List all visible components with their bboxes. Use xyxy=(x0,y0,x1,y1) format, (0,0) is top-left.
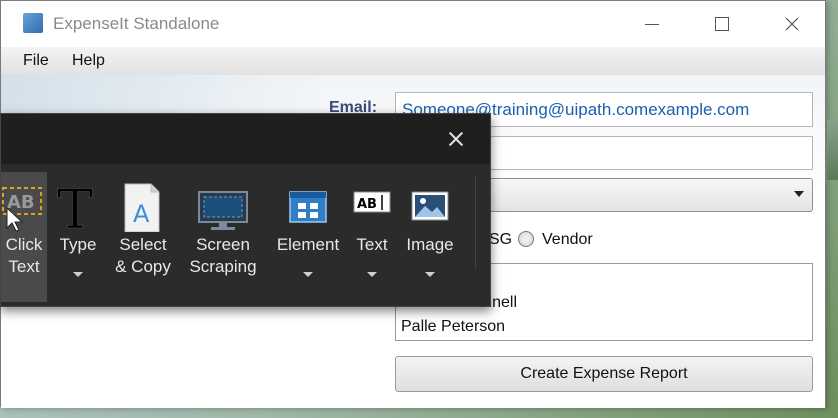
list-item[interactable]: Palle Peterson xyxy=(401,318,505,336)
element-label: Element xyxy=(276,235,340,254)
toolbar-divider xyxy=(475,176,476,268)
maximize-button[interactable] xyxy=(687,1,757,47)
select-copy-tool[interactable]: A Select & Copy xyxy=(111,172,175,302)
chevron-down-icon[interactable] xyxy=(425,272,435,277)
svg-text:T: T xyxy=(57,180,93,232)
svg-text:A: A xyxy=(133,200,150,228)
maximize-icon xyxy=(715,17,729,31)
create-expense-report-button[interactable]: Create Expense Report xyxy=(395,356,813,392)
minimize-button[interactable] xyxy=(617,1,687,47)
screen-scraping-label: Screen Scraping xyxy=(189,235,257,276)
window-title: ExpenseIt Standalone xyxy=(53,14,220,33)
radio-option-label-partial: SG xyxy=(489,231,513,248)
screen-scraping-tool[interactable]: Screen Scraping xyxy=(181,172,265,302)
app-icon xyxy=(23,13,43,33)
picture-icon xyxy=(401,180,459,232)
minimize-icon xyxy=(645,23,659,25)
document-A-icon: A xyxy=(111,180,175,233)
close-button[interactable] xyxy=(757,1,827,47)
ab-click-icon: AB xyxy=(1,180,47,232)
svg-text:AB: AB xyxy=(7,192,35,213)
type-tool[interactable]: T Type xyxy=(53,172,103,302)
title-bar: ExpenseIt Standalone xyxy=(1,1,825,47)
menu-bar: File Help xyxy=(1,47,825,75)
toolbar-close-button[interactable] xyxy=(441,126,471,152)
select-copy-label: Select & Copy xyxy=(115,235,171,276)
image-label: Image xyxy=(406,235,454,254)
vendor-radio-label: Vendor xyxy=(542,231,593,248)
element-grid-icon xyxy=(273,180,343,232)
text-label: Text xyxy=(356,235,388,254)
menu-file[interactable]: File xyxy=(23,52,49,70)
close-icon xyxy=(785,17,799,31)
toolbar-header xyxy=(1,114,490,164)
click-text-label: Click Text xyxy=(5,235,43,276)
click-text-tool[interactable]: AB Click Text xyxy=(1,172,47,302)
chevron-down-icon[interactable] xyxy=(303,272,313,277)
text-tool[interactable]: AB Text xyxy=(349,172,395,302)
type-T-icon: T xyxy=(53,178,103,242)
type-label: Type xyxy=(59,235,97,254)
element-tool[interactable]: Element xyxy=(273,172,343,302)
recorder-toolbar: AB Click Text T Type A Select & Copy Scr… xyxy=(0,113,491,307)
menu-help[interactable]: Help xyxy=(72,52,105,70)
vendor-radio[interactable] xyxy=(518,231,534,247)
chevron-down-icon[interactable] xyxy=(367,272,377,277)
desktop-background xyxy=(827,120,838,180)
svg-text:AB: AB xyxy=(357,197,377,212)
ab-text-icon: AB xyxy=(349,180,395,232)
image-tool[interactable]: Image xyxy=(401,172,459,302)
monitor-icon xyxy=(181,180,265,232)
chevron-down-icon[interactable] xyxy=(73,272,83,277)
chevron-down-icon xyxy=(794,191,804,197)
